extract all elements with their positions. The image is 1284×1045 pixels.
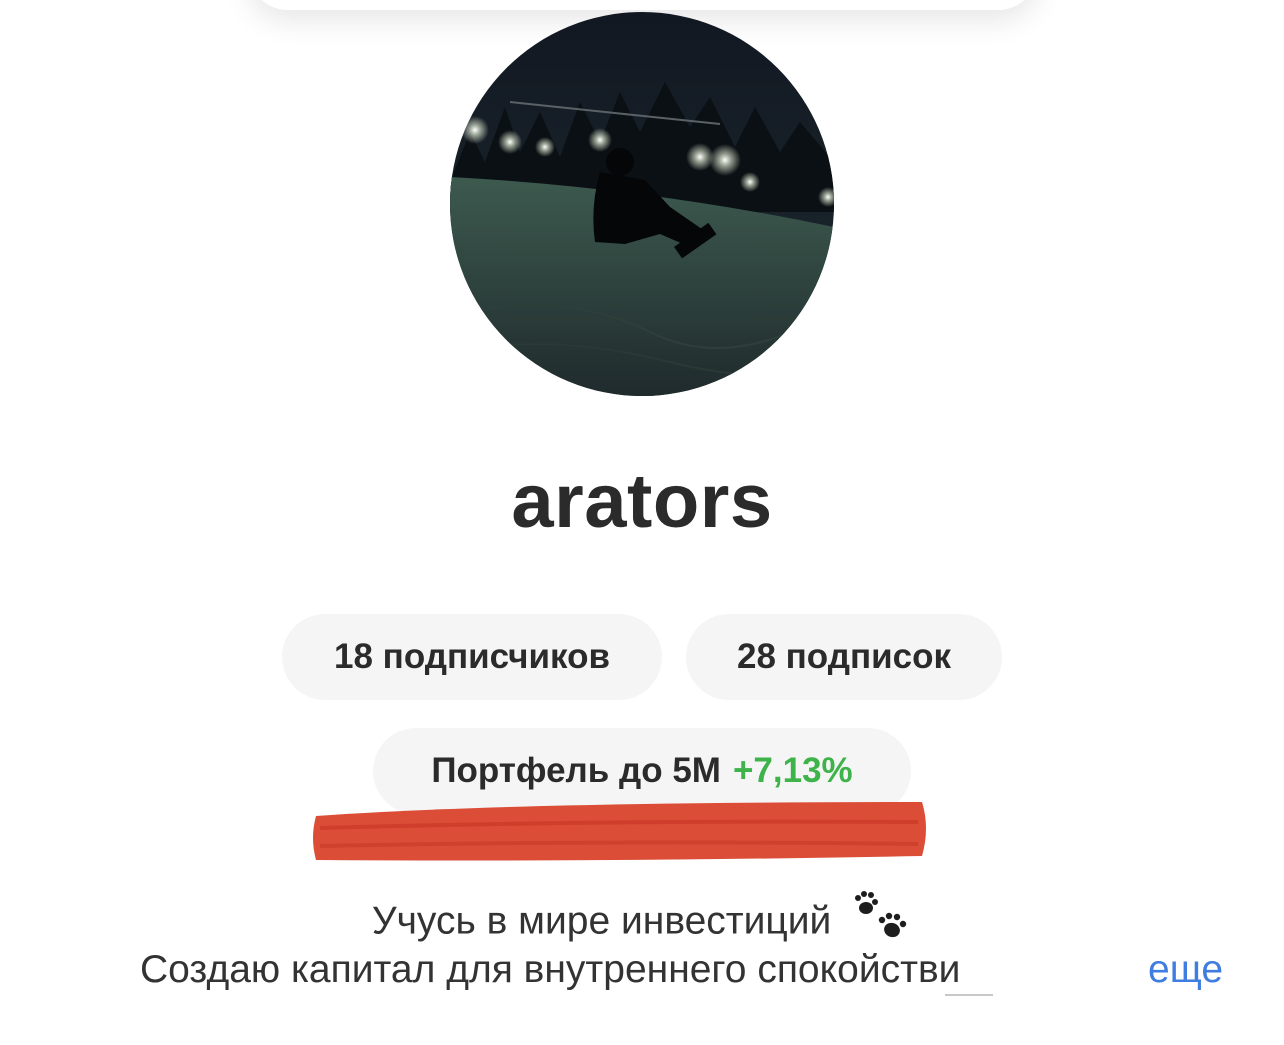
bio-more-link[interactable]: еще xyxy=(1148,948,1223,992)
portfolio-label: Портфель до 5M xyxy=(431,751,721,790)
followers-button[interactable]: 18 подписчиков xyxy=(282,614,662,700)
bio-fade xyxy=(1090,946,1150,1002)
avatar-photo xyxy=(450,12,834,396)
redaction-mark xyxy=(313,802,926,861)
profile-page: arators 18 подписчиков 28 подписок Портф… xyxy=(0,0,1284,1045)
followers-label: 18 подписчиков xyxy=(334,637,610,676)
avatar[interactable] xyxy=(450,12,834,396)
bio-line-2: Создаю капитал для внутреннего спокойств… xyxy=(140,948,961,991)
paw-prints-icon xyxy=(852,890,912,956)
top-card xyxy=(248,0,1038,10)
username: arators xyxy=(511,459,773,544)
following-label: 28 подписок xyxy=(737,637,951,676)
portfolio-change: +7,13% xyxy=(732,751,853,790)
following-button[interactable]: 28 подписок xyxy=(686,614,1002,700)
text-cursor-underline xyxy=(945,994,993,996)
bio-line-1-text: Учусь в мире инвестиций xyxy=(371,899,832,943)
